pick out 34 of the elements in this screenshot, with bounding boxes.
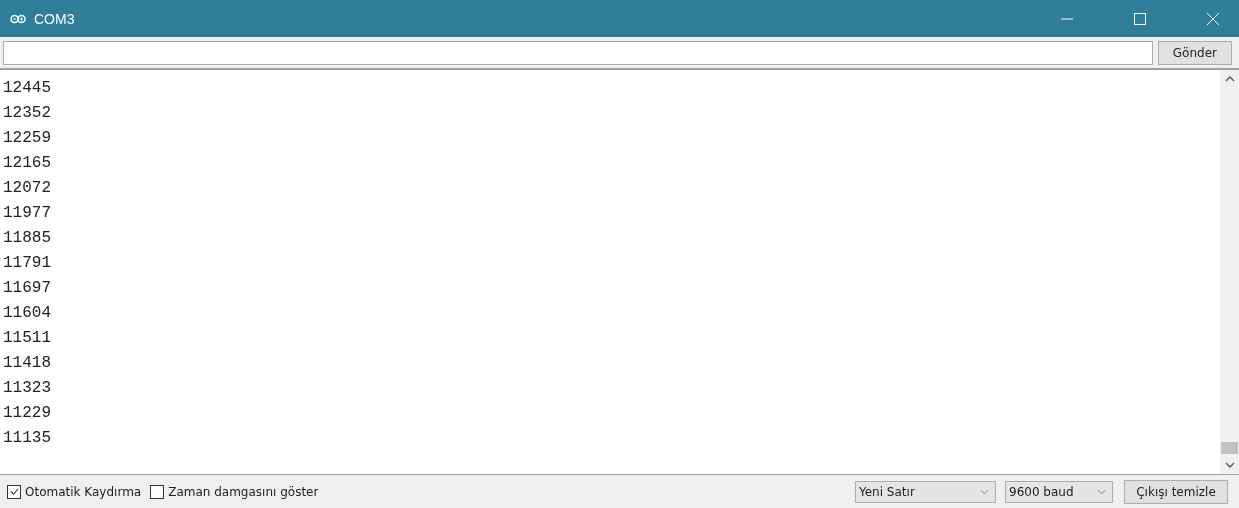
caret-icon	[1097, 488, 1106, 495]
checkbox[interactable]	[150, 484, 165, 499]
output-line: 11885	[3, 228, 52, 249]
output-line: 11229	[3, 403, 52, 424]
scrollbar[interactable]	[1220, 70, 1239, 474]
window-title: COM3	[34, 10, 75, 27]
message-input[interactable]	[3, 40, 1153, 65]
scroll-thumb[interactable]	[1221, 442, 1238, 454]
output-line: 11418	[3, 353, 52, 374]
output-line: 11135	[3, 428, 52, 449]
send-button[interactable]: Gönder	[1157, 40, 1232, 65]
output-line: 12165	[3, 153, 52, 174]
output-line: 12259	[3, 128, 52, 149]
output-line: 12352	[3, 103, 52, 124]
scroll-down-icon[interactable]	[1224, 462, 1235, 468]
app-logo-icon	[10, 13, 26, 24]
baud-rate-dropdown[interactable]: 9600 baud	[1005, 480, 1113, 503]
checkbox[interactable]	[7, 484, 21, 499]
scroll-up-icon[interactable]	[1224, 76, 1235, 82]
checkbox-label: Otomatik Kaydırma	[25, 484, 142, 499]
clear-output-button[interactable]: Çıkışı temizle	[1124, 479, 1228, 504]
caret-icon	[980, 488, 989, 495]
output-line: 12445	[3, 78, 52, 99]
output-line: 11604	[3, 303, 52, 324]
output-line: 11791	[3, 253, 52, 274]
output-line: 11511	[3, 328, 52, 349]
output-line: 11977	[3, 203, 52, 224]
output-line: 11697	[3, 278, 52, 299]
maximize-icon[interactable]	[1134, 12, 1146, 25]
output-line: 12072	[3, 178, 52, 199]
close-icon[interactable]	[1207, 12, 1219, 25]
line-ending-dropdown[interactable]: Yeni Satır	[855, 480, 996, 503]
output-line: 11323	[3, 378, 52, 399]
checkbox-label: Zaman damgasını göster	[168, 484, 319, 499]
